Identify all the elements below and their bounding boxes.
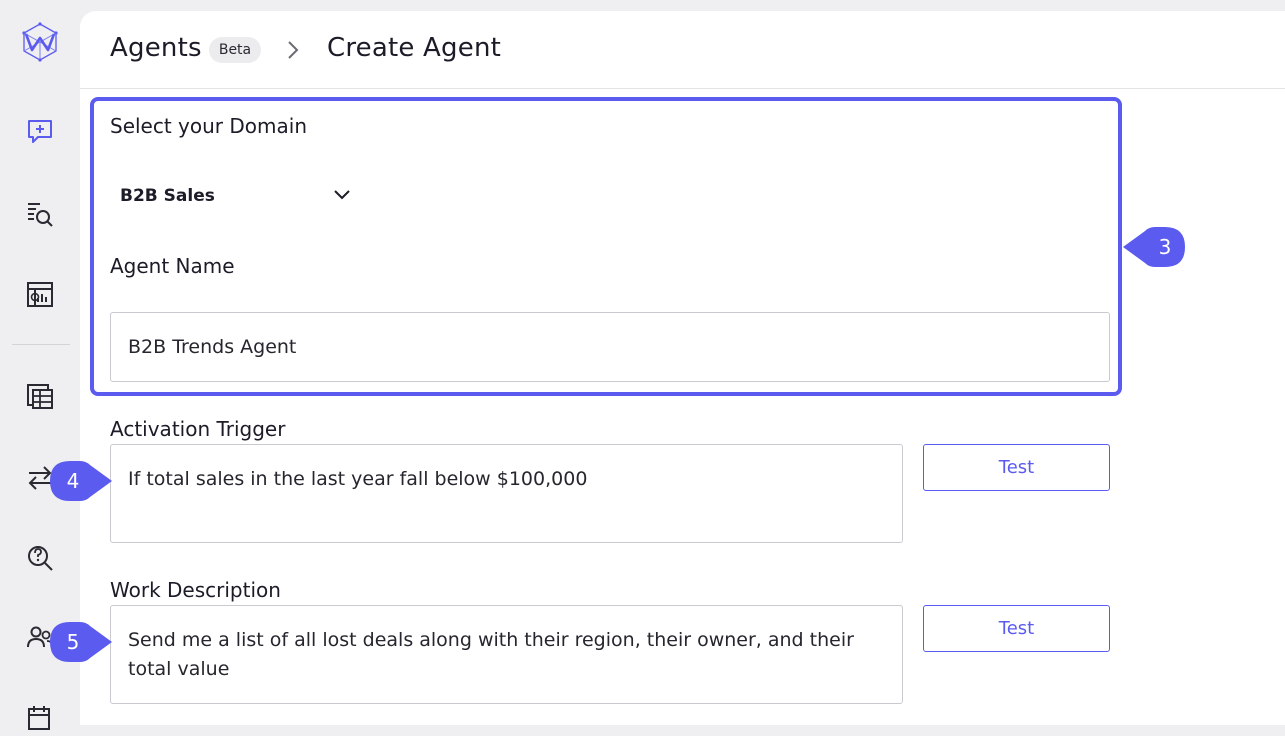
agent-name-value: B2B Trends Agent xyxy=(128,335,297,358)
work-description-field[interactable]: Send me a list of all lost deals along w… xyxy=(110,605,903,704)
agent-name-label: Agent Name xyxy=(110,254,235,278)
work-description-value: Send me a list of all lost deals along w… xyxy=(128,629,854,680)
work-description-label: Work Description xyxy=(110,578,281,602)
logo-icon[interactable] xyxy=(22,22,58,62)
sidebar-divider xyxy=(12,344,70,345)
step-marker-5: 5 xyxy=(50,622,112,662)
main-panel: Agents Beta Create Agent Select your Dom… xyxy=(80,11,1285,725)
agent-name-field[interactable]: B2B Trends Agent xyxy=(110,312,1110,382)
chevron-right-icon xyxy=(285,39,301,65)
beta-badge: Beta xyxy=(209,37,261,63)
activation-trigger-field[interactable]: If total sales in the last year fall bel… xyxy=(110,444,903,543)
domain-label: Select your Domain xyxy=(110,114,307,138)
search-list-icon[interactable] xyxy=(22,196,58,232)
new-chat-icon[interactable] xyxy=(22,114,58,150)
work-test-button[interactable]: Test xyxy=(923,605,1110,652)
step-marker-4-number: 4 xyxy=(66,469,80,493)
sidebar xyxy=(0,0,80,730)
breadcrumb-agents[interactable]: Agents xyxy=(110,33,202,63)
page-title: Create Agent xyxy=(327,33,502,63)
domain-select-value: B2B Sales xyxy=(120,186,215,206)
activation-trigger-value: If total sales in the last year fall bel… xyxy=(128,468,588,490)
calendar-clock-icon[interactable] xyxy=(22,700,58,736)
domain-select[interactable]: B2B Sales xyxy=(110,177,360,215)
report-chart-icon[interactable] xyxy=(22,276,58,312)
trigger-test-button[interactable]: Test xyxy=(923,444,1110,491)
question-search-icon[interactable] xyxy=(22,540,58,576)
chevron-down-icon xyxy=(332,187,352,208)
step-marker-3: 3 xyxy=(1123,227,1185,267)
page-header: Agents Beta Create Agent xyxy=(80,11,1285,89)
activation-trigger-label: Activation Trigger xyxy=(110,417,286,441)
table-grid-icon[interactable] xyxy=(22,378,58,414)
step-marker-5-number: 5 xyxy=(66,630,80,654)
step-marker-4: 4 xyxy=(50,461,112,501)
step-marker-3-number: 3 xyxy=(1158,235,1172,259)
